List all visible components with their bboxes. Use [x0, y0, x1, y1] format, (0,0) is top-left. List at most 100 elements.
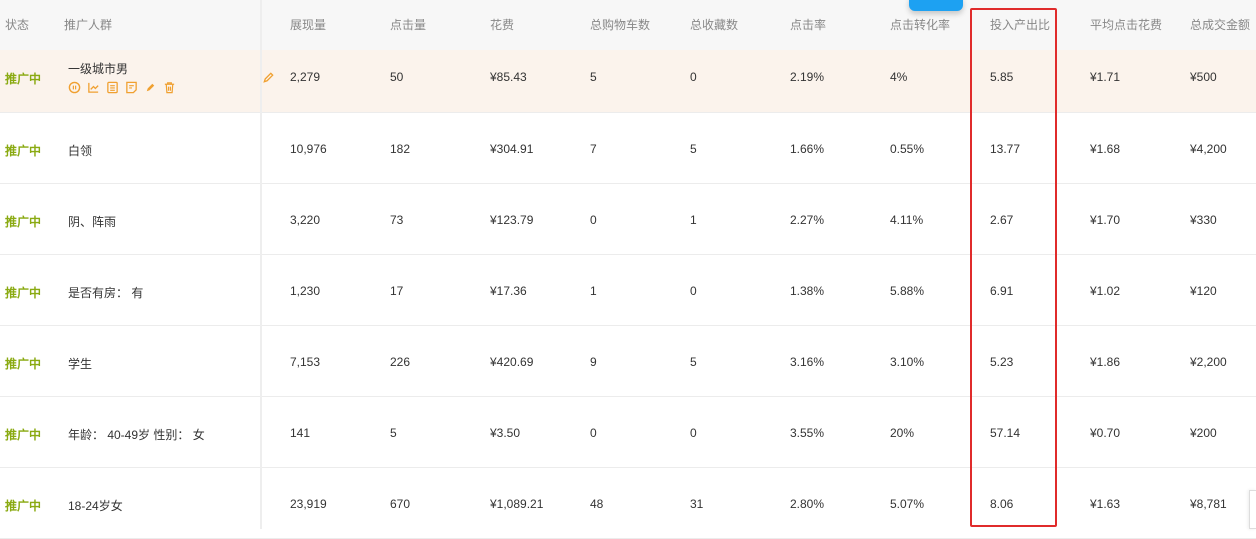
header-cart[interactable]: 总购物车数: [590, 16, 650, 33]
cvr-cell: 20%: [890, 426, 915, 440]
scroll-handle[interactable]: [1249, 490, 1256, 529]
header-crowd[interactable]: 推广人群: [64, 16, 112, 33]
cost-cell: ¥85.43: [490, 70, 527, 84]
cart-cell: 1: [590, 284, 597, 298]
edit-crowd-icon[interactable]: [262, 71, 275, 87]
ctr-cell: 3.55%: [790, 426, 825, 440]
cart-cell: 0: [590, 213, 597, 227]
ctr-cell: 3.16%: [790, 355, 825, 369]
clicks-cell: 182: [390, 142, 411, 156]
header-cost[interactable]: 花费: [490, 16, 514, 33]
cpc-cell: ¥0.70: [1090, 426, 1121, 440]
cvr-cell: 4%: [890, 70, 908, 84]
floating-button[interactable]: [909, 0, 963, 11]
cpc-cell: ¥1.68: [1090, 142, 1121, 156]
fav-cell: 1: [690, 213, 697, 227]
status-cell: 推广中: [5, 357, 42, 371]
status-cell: 推广中: [5, 286, 42, 300]
fav-cell: 0: [690, 284, 697, 298]
header-fav[interactable]: 总收藏数: [690, 16, 738, 33]
crowd-cell[interactable]: 年龄： 40-49岁 性别： 女: [68, 426, 205, 443]
status-cell: 推广中: [5, 144, 42, 158]
ctr-cell: 2.19%: [790, 70, 825, 84]
gmv-cell: ¥330: [1190, 213, 1217, 227]
cart-cell: 0: [590, 426, 597, 440]
clicks-cell: 670: [390, 497, 411, 511]
cart-cell: 7: [590, 142, 597, 156]
gmv-cell: ¥4,200: [1190, 142, 1227, 156]
impressions-cell: 1,230: [290, 284, 321, 298]
gmv-cell: ¥120: [1190, 284, 1217, 298]
row-actions: [68, 81, 176, 97]
table-row: 推广中 一级城市男 2,279 50 ¥85.43 5 0 2.19% 4% 5.85 ¥1.71 ¥…: [0, 50, 1256, 113]
ctr-cell: 2.27%: [790, 213, 825, 227]
crowd-cell[interactable]: 18-24岁女: [68, 497, 123, 514]
cpc-cell: ¥1.86: [1090, 355, 1121, 369]
clicks-cell: 5: [390, 426, 397, 440]
clicks-cell: 50: [390, 70, 404, 84]
ctr-cell: 2.80%: [790, 497, 825, 511]
cvr-cell: 4.11%: [890, 213, 924, 227]
impressions-cell: 2,279: [290, 70, 321, 84]
header-status[interactable]: 状态: [5, 16, 29, 33]
impressions-cell: 10,976: [290, 142, 327, 156]
ctr-cell: 1.38%: [790, 284, 825, 298]
cost-cell: ¥304.91: [490, 142, 534, 156]
gmv-cell: ¥200: [1190, 426, 1217, 440]
cvr-cell: 5.88%: [890, 284, 925, 298]
crowd-cell[interactable]: 学生: [68, 355, 92, 372]
list-icon[interactable]: [106, 81, 119, 97]
roi-column-highlight: [970, 8, 1057, 527]
table-row: 推广中 阴、阵雨 3,220 73 ¥123.79 0 1 2.27% 4.11% 2.67 ¥1.…: [0, 184, 1256, 255]
fav-cell: 0: [690, 70, 697, 84]
cost-cell: ¥123.79: [490, 213, 534, 227]
cvr-cell: 3.10%: [890, 355, 925, 369]
cost-cell: ¥17.36: [490, 284, 527, 298]
gmv-cell: ¥8,781: [1190, 497, 1227, 511]
cpc-cell: ¥1.71: [1090, 70, 1121, 84]
clicks-cell: 226: [390, 355, 411, 369]
header-cpc[interactable]: 平均点击花费: [1090, 16, 1162, 33]
impressions-cell: 141: [290, 426, 311, 440]
cvr-cell: 0.55%: [890, 142, 925, 156]
crowd-cell[interactable]: 是否有房： 有: [68, 284, 143, 301]
table-row: 推广中 年龄： 40-49岁 性别： 女 141 5 ¥3.50 0 0 3.55% 20% 57…: [0, 397, 1256, 468]
delete-icon[interactable]: [163, 81, 176, 97]
report-icon[interactable]: [125, 81, 138, 97]
table-row: 推广中 白领 10,976 182 ¥304.91 7 5 1.66% 0.55% 13.77 ¥1…: [0, 113, 1256, 184]
cart-cell: 48: [590, 497, 604, 511]
cost-cell: ¥420.69: [490, 355, 534, 369]
status-cell: 推广中: [5, 428, 42, 442]
table-row: 推广中 是否有房： 有 1,230 17 ¥17.36 1 0 1.38% 5.88% 6.91 ¥…: [0, 255, 1256, 326]
header-clicks[interactable]: 点击量: [390, 16, 426, 33]
cpc-cell: ¥1.70: [1090, 213, 1121, 227]
crowd-cell[interactable]: 阴、阵雨: [68, 213, 116, 230]
column-divider: [260, 0, 262, 529]
table-row: 推广中 18-24岁女 23,919 670 ¥1,089.21 48 31 2.80% 5.0…: [0, 468, 1256, 539]
ctr-cell: 1.66%: [790, 142, 825, 156]
cart-cell: 5: [590, 70, 597, 84]
cpc-cell: ¥1.63: [1090, 497, 1121, 511]
impressions-cell: 23,919: [290, 497, 327, 511]
header-gmv[interactable]: 总成交金额: [1190, 16, 1250, 33]
impressions-cell: 3,220: [290, 213, 321, 227]
cost-cell: ¥3.50: [490, 426, 521, 440]
header-impressions[interactable]: 展现量: [290, 16, 326, 33]
header-ctr[interactable]: 点击率: [790, 16, 826, 33]
cvr-cell: 5.07%: [890, 497, 925, 511]
table-row: 推广中 学生 7,153 226 ¥420.69 9 5 3.16% 3.10% 5.23 ¥1.8…: [0, 326, 1256, 397]
crowd-cell[interactable]: 白领: [68, 142, 92, 159]
fav-cell: 5: [690, 355, 697, 369]
header-cvr[interactable]: 点击转化率: [890, 16, 950, 33]
edit-icon[interactable]: [144, 81, 157, 97]
crowd-cell[interactable]: 一级城市男: [68, 60, 128, 77]
cart-cell: 9: [590, 355, 597, 369]
clicks-cell: 73: [390, 213, 404, 227]
fav-cell: 0: [690, 426, 697, 440]
clicks-cell: 17: [390, 284, 404, 298]
cost-cell: ¥1,089.21: [490, 497, 544, 511]
pause-icon[interactable]: [68, 81, 81, 97]
status-cell: 推广中: [5, 499, 42, 513]
chart-icon[interactable]: [87, 81, 100, 97]
impressions-cell: 7,153: [290, 355, 321, 369]
